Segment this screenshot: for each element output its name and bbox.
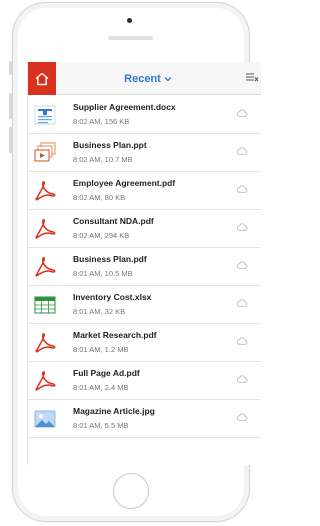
file-name: Consultant NDA.pdf <box>73 216 154 226</box>
presentation-icon <box>34 142 56 164</box>
file-row[interactable]: Inventory Cost.xlsx 8:01 AM, 32 KB <box>28 286 261 324</box>
sort-icon[interactable] <box>245 71 259 85</box>
pdf-icon <box>34 332 56 354</box>
home-button[interactable] <box>113 473 149 509</box>
pdf-icon <box>34 256 56 278</box>
home-nav-button[interactable] <box>28 62 56 95</box>
cloud-icon[interactable] <box>236 147 248 155</box>
file-row[interactable]: Market Research.pdf 8:01 AM, 1.2 MB <box>28 324 261 362</box>
top-bar: Recent <box>28 62 261 95</box>
file-name: Magazine Article.jpg <box>73 406 155 416</box>
word-document-icon <box>34 104 56 126</box>
page-title: Recent <box>124 72 161 85</box>
file-meta: 8:01 AM, 2.4 MB <box>73 383 129 392</box>
pdf-icon <box>34 370 56 392</box>
cloud-icon[interactable] <box>236 223 248 231</box>
file-meta: 8:01 AM, 32 KB <box>73 307 126 316</box>
file-row[interactable]: Magazine Article.jpg 8:01 AM, 5.5 MB <box>28 400 261 438</box>
spreadsheet-icon <box>34 294 56 316</box>
cloud-icon[interactable] <box>236 413 248 421</box>
volume-down-button <box>9 127 12 153</box>
file-meta: 8:01 AM, 10.5 MB <box>73 269 133 278</box>
file-meta: 8:02 AM, 10.7 MB <box>73 155 133 164</box>
front-camera <box>127 18 132 23</box>
file-meta: 8:02 AM, 156 KB <box>73 117 130 126</box>
file-row[interactable]: Full Page Ad.pdf 8:01 AM, 2.4 MB <box>28 362 261 400</box>
file-list: Supplier Agreement.docx 8:02 AM, 156 KB Bu… <box>28 96 261 438</box>
volume-up-button <box>9 93 12 119</box>
cloud-icon[interactable] <box>236 185 248 193</box>
chevron-down-icon <box>164 76 172 81</box>
home-icon <box>35 72 49 85</box>
earpiece <box>108 36 153 40</box>
file-row[interactable]: Business Plan.pdf 8:01 AM, 10.5 MB <box>28 248 261 286</box>
pdf-icon <box>34 180 56 202</box>
app-screen: Recent Supplier Agreement.docx 8:02 AM, 1… <box>27 62 261 465</box>
file-meta: 8:01 AM, 1.2 MB <box>73 345 129 354</box>
cloud-icon[interactable] <box>236 299 248 307</box>
image-icon <box>34 408 56 430</box>
mute-switch <box>9 61 12 75</box>
file-name: Supplier Agreement.docx <box>73 102 176 112</box>
cloud-icon[interactable] <box>236 261 248 269</box>
file-row[interactable]: Employee Agreement.pdf 8:02 AM, 80 KB <box>28 172 261 210</box>
cloud-icon[interactable] <box>236 109 248 117</box>
file-name: Business Plan.ppt <box>73 140 147 150</box>
pdf-icon <box>34 218 56 240</box>
recent-dropdown[interactable]: Recent <box>88 62 208 95</box>
file-row[interactable]: Supplier Agreement.docx 8:02 AM, 156 KB <box>28 96 261 134</box>
file-meta: 8:02 AM, 294 KB <box>73 231 130 240</box>
file-meta: 8:02 AM, 80 KB <box>73 193 126 202</box>
file-name: Business Plan.pdf <box>73 254 147 264</box>
file-name: Full Page Ad.pdf <box>73 368 140 378</box>
cloud-icon[interactable] <box>236 375 248 383</box>
file-row[interactable]: Consultant NDA.pdf 8:02 AM, 294 KB <box>28 210 261 248</box>
file-meta: 8:01 AM, 5.5 MB <box>73 421 129 430</box>
file-name: Employee Agreement.pdf <box>73 178 176 188</box>
file-name: Market Research.pdf <box>73 330 157 340</box>
file-name: Inventory Cost.xlsx <box>73 292 152 302</box>
cloud-icon[interactable] <box>236 337 248 345</box>
file-row[interactable]: Business Plan.ppt 8:02 AM, 10.7 MB <box>28 134 261 172</box>
